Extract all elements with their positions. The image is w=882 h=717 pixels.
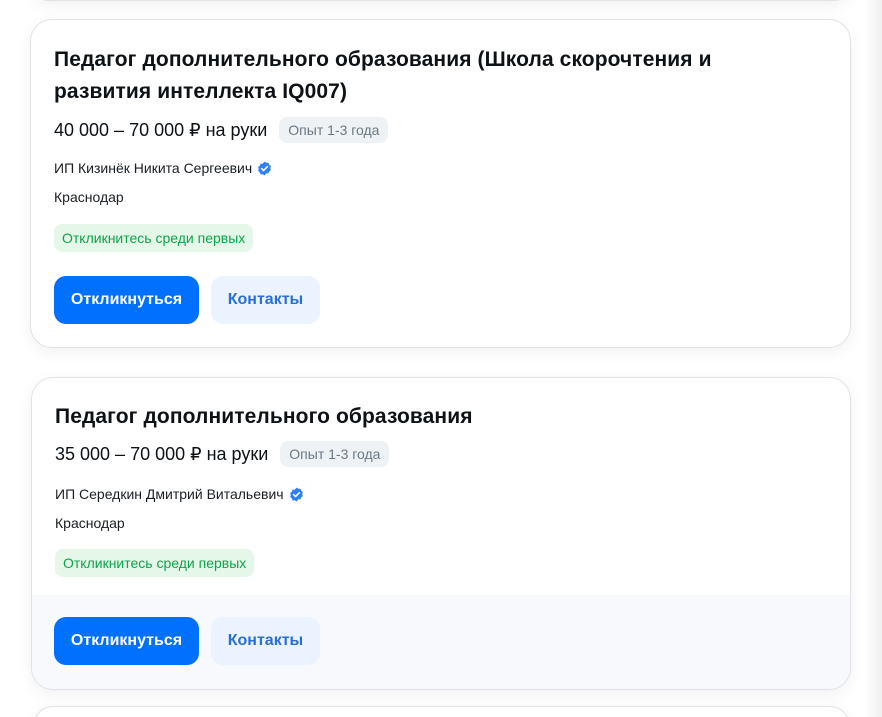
apply-button[interactable]: Откликнуться	[54, 276, 199, 324]
salary-row: 35 000 – 70 000 ₽ на руки Опыт 1-3 года	[55, 441, 390, 467]
vacancy-card[interactable]: Педагог дополнительного образования 35 0…	[31, 377, 851, 690]
salary-text: 40 000 – 70 000 ₽ на руки	[54, 120, 268, 140]
company-name-link[interactable]: ИП Кизинёк Никита Сергеевич	[54, 160, 252, 176]
company-row: ИП Кизинёк Никита Сергеевич	[54, 160, 272, 176]
respond-early-badge: Откликнитесь среди первых	[54, 224, 254, 252]
experience-badge: Опыт 1-3 года	[280, 441, 390, 467]
salary-row: 40 000 – 70 000 ₽ на руки Опыт 1-3 года	[54, 117, 389, 143]
vacancy-actions: Откликнуться Контакты	[54, 617, 320, 665]
vacancy-list-viewport: Педагог дополнительного образования (Шко…	[0, 0, 882, 717]
city-text: Краснодар	[54, 189, 124, 205]
verified-check-icon	[289, 487, 304, 502]
apply-button[interactable]: Откликнуться	[54, 617, 199, 665]
vacancy-actions: Откликнуться Контакты	[54, 276, 320, 324]
contacts-button[interactable]: Контакты	[211, 617, 320, 665]
respond-early-badge: Откликнитесь среди первых	[55, 549, 255, 577]
salary-text: 35 000 – 70 000 ₽ на руки	[55, 444, 269, 464]
experience-badge: Опыт 1-3 года	[279, 117, 389, 143]
vacancy-card-next-partial[interactable]	[33, 706, 850, 717]
vacancy-title-link[interactable]: Педагог дополнительного образования	[55, 401, 815, 433]
company-row: ИП Середкин Дмитрий Витальевич	[55, 486, 304, 502]
vacancy-card-previous-partial[interactable]	[33, 0, 850, 1]
company-name-link[interactable]: ИП Середкин Дмитрий Витальевич	[55, 486, 284, 502]
vacancy-title-link[interactable]: Педагог дополнительного образования (Шко…	[54, 44, 814, 108]
scroll-edge-shadow	[864, 0, 882, 717]
city-text: Краснодар	[55, 515, 125, 531]
vacancy-card[interactable]: Педагог дополнительного образования (Шко…	[30, 19, 851, 348]
verified-check-icon	[257, 161, 272, 176]
contacts-button[interactable]: Контакты	[211, 276, 320, 324]
